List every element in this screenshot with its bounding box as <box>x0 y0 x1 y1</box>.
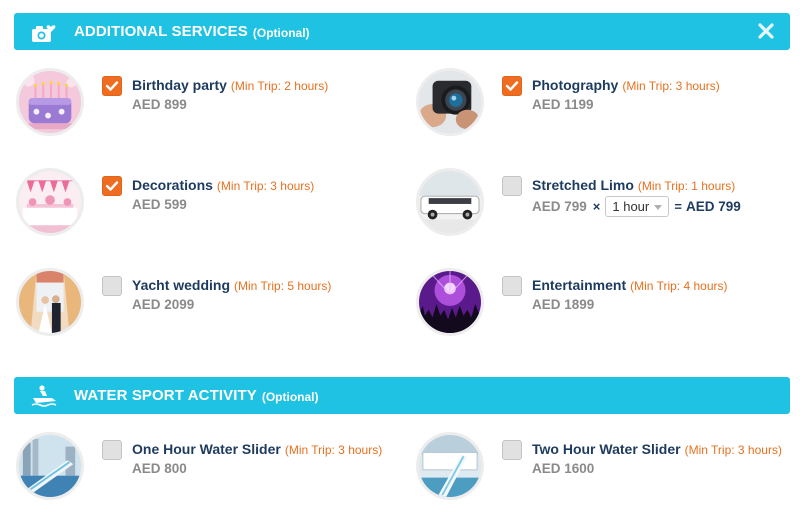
service-price: AED 799 <box>532 199 587 214</box>
service-price: AED 1600 <box>532 461 595 476</box>
section-title: ADDITIONAL SERVICES <box>74 23 248 40</box>
service-price: AED 2099 <box>132 297 195 312</box>
service-name: Two Hour Water Slider (Min Trip: 3 hours) <box>532 441 782 457</box>
min-trip-label: (Min Trip: 5 hours) <box>234 279 332 293</box>
two-hour-water-slider-checkbox[interactable] <box>502 440 522 460</box>
min-trip-label: (Min Trip: 3 hours) <box>622 79 720 93</box>
service-item-photography: Photography (Min Trip: 3 hours) AED 1199 <box>416 68 786 140</box>
jet-ski-icon <box>26 382 62 410</box>
birthday-cake-image <box>16 68 84 136</box>
yacht-wedding-checkbox[interactable] <box>102 276 122 296</box>
entertainment-checkbox[interactable] <box>502 276 522 296</box>
limo-price-calculator: AED 799 × 1 hour = AED 799 <box>532 196 741 217</box>
min-trip-label: (Min Trip: 3 hours) <box>284 443 383 457</box>
equals-sign: = <box>674 199 682 214</box>
service-price: AED 899 <box>132 97 187 112</box>
min-trip-label: (Min Trip: 4 hours) <box>630 279 728 293</box>
duration-select[interactable]: 1 hour <box>605 196 670 217</box>
service-name: Photography (Min Trip: 3 hours) <box>532 77 720 93</box>
additional-services-header: ADDITIONAL SERVICES (Optional) <box>14 13 790 50</box>
white-limo-image <box>416 168 484 236</box>
min-trip-label: (Min Trip: 2 hours) <box>230 79 329 93</box>
service-price: AED 800 <box>132 461 187 476</box>
concert-crowd-image <box>416 268 484 336</box>
service-name: Yacht wedding (Min Trip: 5 hours) <box>132 277 332 293</box>
min-trip-label: (Min Trip: 3 hours) <box>684 443 782 457</box>
section-title: WATER SPORT ACTIVITY <box>74 387 257 404</box>
service-name: Birthday party (Min Trip: 2 hours) <box>132 77 329 93</box>
service-price: AED 1199 <box>532 97 594 112</box>
camera-lens-image <box>416 68 484 136</box>
total-price: AED 799 <box>685 199 741 214</box>
checkmark-icon <box>505 81 519 91</box>
water-sport-header: WATER SPORT ACTIVITY (Optional) <box>14 377 790 414</box>
decorations-checkbox[interactable] <box>102 176 122 196</box>
pink-decor-image <box>16 168 84 236</box>
close-icon[interactable] <box>756 21 776 41</box>
service-item-stretched-limo: Stretched Limo (Min Trip: 1 hours) AED 79… <box>416 168 786 240</box>
section-subtitle: (Optional) <box>252 25 310 40</box>
birthday-party-checkbox[interactable] <box>102 76 122 96</box>
service-price: AED 1899 <box>532 297 595 312</box>
service-name: Entertainment (Min Trip: 4 hours) <box>532 277 728 293</box>
duration-value: 1 hour <box>612 199 650 214</box>
service-item-two-hour-water-slider: Two Hour Water Slider (Min Trip: 3 hours)… <box>416 432 786 504</box>
service-name: One Hour Water Slider (Min Trip: 3 hours) <box>132 441 383 457</box>
checkmark-icon <box>105 81 119 91</box>
checkmark-icon <box>105 181 119 191</box>
multiply-sign: × <box>592 199 601 214</box>
min-trip-label: (Min Trip: 1 hours) <box>637 179 736 193</box>
service-item-entertainment: Entertainment (Min Trip: 4 hours) AED 189… <box>416 268 786 340</box>
water-slide-city-image <box>16 432 84 500</box>
service-item-decorations: Decorations (Min Trip: 3 hours) AED 599 <box>16 168 386 240</box>
service-price: AED 599 <box>132 197 187 212</box>
service-item-one-hour-water-slider: One Hour Water Slider (Min Trip: 3 hours)… <box>16 432 386 504</box>
section-subtitle: (Optional) <box>261 389 319 404</box>
service-item-birthday-party: Birthday party (Min Trip: 2 hours) AED 89… <box>16 68 386 140</box>
one-hour-water-slider-checkbox[interactable] <box>102 440 122 460</box>
min-trip-label: (Min Trip: 3 hours) <box>216 179 315 193</box>
water-slide-yacht-image <box>416 432 484 500</box>
service-name: Stretched Limo (Min Trip: 1 hours) <box>532 177 736 193</box>
photography-checkbox[interactable] <box>502 76 522 96</box>
service-item-yacht-wedding: Yacht wedding (Min Trip: 5 hours) AED 209… <box>16 268 386 340</box>
service-name: Decorations (Min Trip: 3 hours) <box>132 177 315 193</box>
stretched-limo-checkbox[interactable] <box>502 176 522 196</box>
chevron-down-icon <box>654 205 663 210</box>
wedding-couple-image <box>16 268 84 336</box>
camera-heart-icon <box>26 18 62 46</box>
